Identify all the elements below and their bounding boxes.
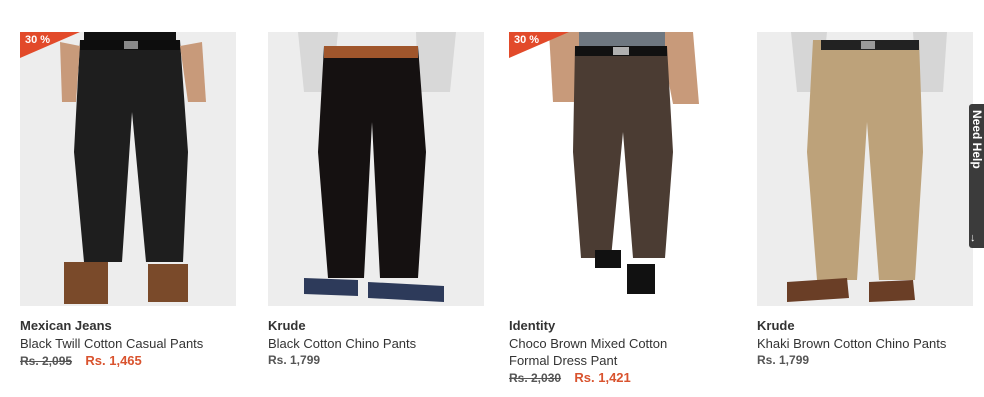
product-name[interactable]: Black Twill Cotton Casual Pants — [20, 335, 248, 352]
product-prices: Rs. 1,799 — [757, 353, 984, 367]
price: Rs. 1,799 — [757, 353, 810, 367]
pants-photo — [509, 32, 725, 306]
product-brand[interactable]: Identity — [509, 318, 737, 333]
product-image[interactable] — [268, 32, 484, 306]
product-prices: Rs. 1,799 — [268, 353, 496, 367]
discount-label: 30 % — [25, 34, 51, 46]
product-image[interactable] — [757, 32, 973, 306]
product-brand[interactable]: Krude — [268, 318, 496, 333]
product-prices: Rs. 2,095 Rs. 1,465 — [20, 353, 248, 368]
arrow-down-icon: ↓ — [970, 232, 976, 244]
price: Rs. 1,799 — [268, 353, 321, 367]
discount-label: 30 % — [514, 34, 540, 46]
sale-price: Rs. 1,421 — [574, 370, 631, 385]
product-brand[interactable]: Mexican Jeans — [20, 318, 248, 333]
product-name[interactable]: Choco Brown Mixed Cotton Formal Dress Pa… — [509, 335, 709, 369]
original-price: Rs. 2,095 — [20, 354, 73, 368]
product-brand[interactable]: Krude — [757, 318, 984, 333]
product-card[interactable]: Krude Khaki Brown Cotton Chino Pants Rs.… — [757, 32, 984, 367]
product-card[interactable]: 30 % Identity Choco Brown Mixed Cotton F… — [509, 32, 737, 385]
pants-photo — [268, 32, 484, 306]
product-card[interactable]: 30 % Mexican Jeans Black Twill Cotton Ca… — [20, 32, 248, 368]
pants-photo — [20, 32, 236, 306]
sale-price: Rs. 1,465 — [85, 353, 142, 368]
need-help-tab[interactable]: Need Help ↓ — [969, 104, 984, 248]
product-prices: Rs. 2,030 Rs. 1,421 — [509, 370, 737, 385]
original-price: Rs. 2,030 — [509, 371, 562, 385]
product-card[interactable]: Krude Black Cotton Chino Pants Rs. 1,799 — [268, 32, 496, 367]
pants-photo — [757, 32, 973, 306]
product-name[interactable]: Khaki Brown Cotton Chino Pants — [757, 335, 984, 352]
product-image[interactable]: 30 % — [20, 32, 236, 306]
product-name[interactable]: Black Cotton Chino Pants — [268, 335, 496, 352]
need-help-label: Need Help — [970, 110, 984, 169]
product-image[interactable]: 30 % — [509, 32, 725, 306]
